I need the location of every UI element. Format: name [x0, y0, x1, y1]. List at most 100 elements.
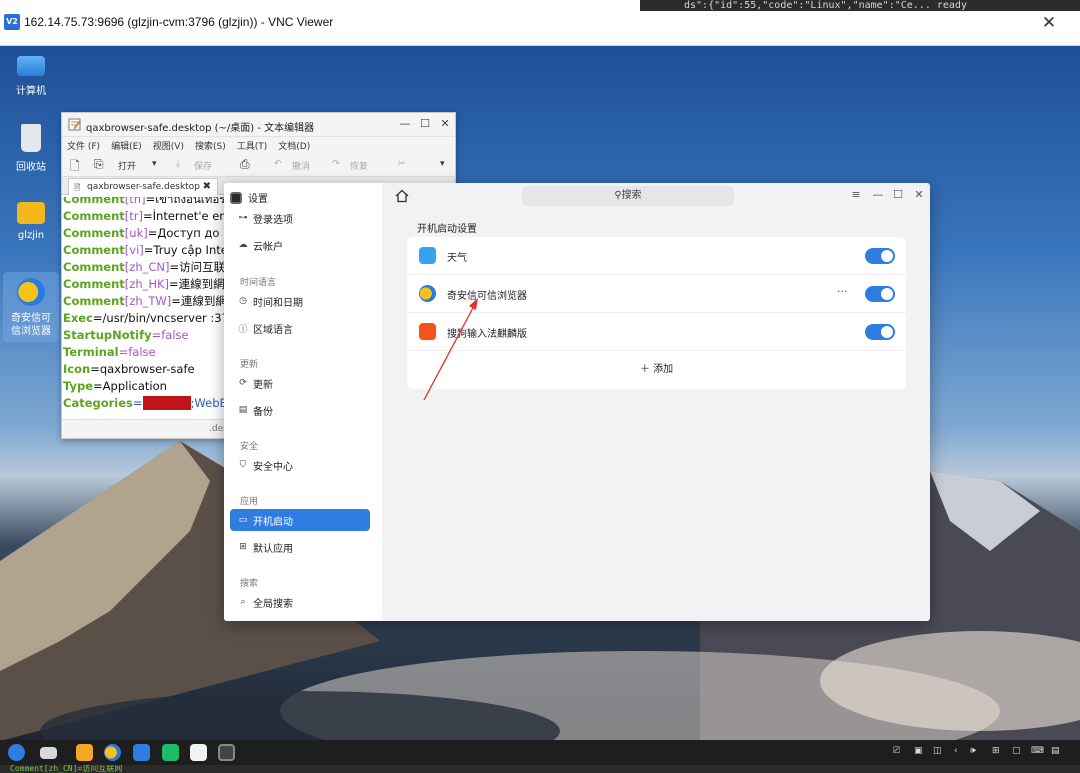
sidebar-item-login-options[interactable]: ⊶ 登录选项: [230, 207, 370, 229]
settings-app-icon: [230, 191, 242, 204]
settings-main: ⚲搜索 ≡ — ☐ ✕ 开机启动设置 天气 奇安信可信浏览器 ··· 搜狗输入法…: [382, 183, 930, 621]
sidebar-item-default-apps[interactable]: ⊞ 默认应用: [230, 536, 370, 558]
vnc-close-button[interactable]: ✕: [1040, 14, 1058, 32]
desktop-icon-label: glzjin: [17, 230, 45, 241]
sidebar-item-label: 登录选项: [253, 214, 293, 226]
background-terminal-text: Comment[zh_CN]=访问互联网: [0, 765, 1080, 773]
toggle-switch[interactable]: [865, 324, 895, 340]
autostart-icon: ▭: [238, 515, 248, 525]
new-document-icon[interactable]: 🗋: [70, 157, 80, 178]
sidebar-item-global-search[interactable]: ⌕ 全局搜索: [230, 591, 370, 613]
cloud-icon: ☁: [238, 240, 248, 250]
cut-icon[interactable]: ✂: [398, 159, 406, 169]
vnc-window-title: 162.14.75.73:9696 (glzjin-cvm:3796 (glzj…: [24, 15, 334, 29]
print-icon[interactable]: ⎙: [240, 157, 250, 172]
redo-button[interactable]: 恢复: [350, 159, 368, 172]
editor-tab[interactable]: 🗎 qaxbrowser-safe.desktop ✖: [68, 178, 218, 195]
vnc-logo-icon: V2: [4, 14, 20, 30]
sidebar-item-autostart[interactable]: ▭ 开机启动: [230, 509, 370, 531]
background-terminal-text: ds":{"id":55,"code":"Linux","name":"Ce..…: [640, 0, 1080, 11]
sidebar-item-label: 云帐户: [253, 241, 283, 253]
more-options-icon[interactable]: ···: [837, 285, 848, 298]
weather-icon: [419, 247, 436, 264]
toggle-switch[interactable]: [865, 286, 895, 302]
sidebar-item-date-time[interactable]: ◷ 时间和日期: [230, 290, 370, 312]
start-menu-icon[interactable]: [8, 744, 25, 761]
home-icon[interactable]: [395, 189, 409, 203]
message-icon[interactable]: ▢: [1012, 746, 1021, 756]
settings-icon[interactable]: [218, 744, 235, 761]
sidebar-item-label: 更新: [253, 379, 273, 391]
add-autostart-button[interactable]: ＋ 添加: [407, 351, 906, 389]
sidebar-item-cloud-account[interactable]: ☁ 云帐户: [230, 234, 370, 256]
menu-search[interactable]: 搜索(S): [195, 139, 226, 152]
screenshot-icon[interactable]: ⎚: [893, 746, 900, 756]
chevron-left-icon[interactable]: ‹: [954, 746, 958, 756]
tab-close-icon[interactable]: ✖: [203, 181, 211, 192]
folder-icon: [17, 202, 45, 224]
browser-icon[interactable]: [104, 744, 121, 761]
vnc-titlebar: V2 162.14.75.73:9696 (glzjin-cvm:3796 (g…: [0, 0, 1080, 46]
toolbar-overflow-icon[interactable]: ▾: [440, 159, 445, 169]
save-button[interactable]: 保存: [194, 159, 212, 172]
menu-view[interactable]: 视图(V): [153, 139, 184, 152]
file-manager-icon[interactable]: [76, 744, 93, 761]
undo-button[interactable]: 撤消: [292, 159, 310, 172]
desktop-icon-trash[interactable]: 回收站: [3, 124, 59, 173]
autostart-row-qax-browser: 奇安信可信浏览器 ···: [407, 275, 906, 313]
maximize-icon[interactable]: ☐: [418, 117, 432, 130]
wps-icon[interactable]: [133, 744, 150, 761]
sidebar-item-backup[interactable]: ▤ 备份: [230, 399, 370, 421]
browser-icon: [419, 285, 436, 302]
sidebar-item-label: 开机启动: [253, 516, 293, 528]
sidebar-item-update[interactable]: ⟳ 更新: [230, 372, 370, 394]
clipboard-icon[interactable]: ▣: [914, 746, 923, 756]
minimize-icon[interactable]: —: [871, 188, 885, 201]
text-editor-icon[interactable]: [190, 744, 207, 761]
sidebar-group-apps: 应用: [240, 497, 259, 507]
editor-menubar: 文件 (F) 编辑(E) 视图(V) 搜索(S) 工具(T) 文档(D): [62, 137, 455, 153]
menu-edit[interactable]: 编辑(E): [111, 139, 142, 152]
notification-icon[interactable]: ◫: [933, 746, 942, 756]
download-icon: ⤓: [176, 159, 180, 169]
maximize-icon[interactable]: ☐: [891, 188, 905, 201]
desktop-icon-computer[interactable]: 计算机: [3, 50, 59, 97]
section-title: 开机启动设置: [417, 224, 477, 235]
network-icon[interactable]: ⊞: [992, 746, 1000, 756]
multitask-view-icon[interactable]: [40, 747, 57, 759]
sidebar-item-region-language[interactable]: ⓘ 区域语言: [230, 317, 370, 339]
volume-icon[interactable]: 🕪: [970, 746, 976, 756]
menu-documents[interactable]: 文档(D): [278, 139, 310, 152]
settings-window[interactable]: 设置 ⊶ 登录选项 ☁ 云帐户 时间语言 ◷ 时间和日期 ⓘ 区域语言 更新 ⟳ 更新 ▤…: [224, 183, 930, 621]
desktop-icon-qax-browser[interactable]: 奇安信可信浏览器: [3, 272, 59, 342]
globe-icon: ⓘ: [238, 324, 248, 335]
autostart-row-sogou: 搜狗输入法麒麟版: [407, 313, 906, 351]
shield-icon: ⛉: [239, 460, 247, 470]
sogou-ime-icon: [419, 323, 436, 340]
toggle-switch[interactable]: [865, 248, 895, 264]
app-name: 奇安信可信浏览器: [447, 291, 527, 302]
open-icon[interactable]: ⎘: [94, 157, 104, 172]
open-button[interactable]: 打开: [118, 159, 136, 172]
messenger-icon[interactable]: [162, 744, 179, 761]
show-desktop-icon[interactable]: ▤: [1051, 746, 1060, 756]
sidebar-group-search: 搜索: [240, 579, 259, 589]
settings-search-input[interactable]: ⚲搜索: [522, 186, 734, 206]
search-icon: ⌕: [240, 597, 246, 607]
sidebar-item-label: 安全中心: [253, 461, 293, 473]
menu-icon[interactable]: ≡: [849, 188, 863, 201]
search-placeholder: 搜索: [621, 190, 642, 201]
menu-tools[interactable]: 工具(T): [237, 139, 268, 152]
minimize-icon[interactable]: —: [398, 117, 412, 130]
search-icon: ⚲: [614, 190, 622, 201]
menu-file[interactable]: 文件 (F): [67, 139, 100, 152]
autostart-row-weather: 天气: [407, 237, 906, 275]
close-icon[interactable]: ✕: [438, 117, 452, 130]
close-icon[interactable]: ✕: [912, 188, 926, 201]
chevron-down-icon[interactable]: ▾: [152, 159, 157, 169]
editor-titlebar[interactable]: qaxbrowser-safe.desktop (~/桌面) - 文本编辑器 —…: [62, 113, 455, 137]
input-method-icon[interactable]: ⌨: [1031, 746, 1044, 756]
desktop-icon-home-folder[interactable]: glzjin: [3, 202, 59, 241]
sidebar-group-security: 安全: [240, 442, 259, 452]
sidebar-item-security-center[interactable]: ⛉ 安全中心: [230, 454, 370, 476]
